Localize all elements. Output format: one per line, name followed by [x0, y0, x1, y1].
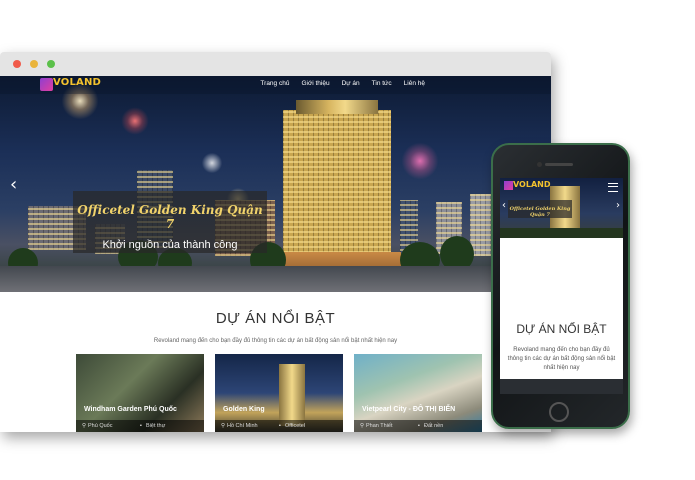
- project-meta: ⚲ Hồ Chí Minh ▪ Officetel: [215, 420, 343, 432]
- location-icon: ⚲: [82, 423, 87, 429]
- project-card[interactable]: Windham Garden Phú Quốc ⚲ Phú Quốc ▪ Biệ…: [76, 354, 204, 432]
- location-icon: ⚲: [221, 423, 226, 429]
- mobile-section-description: Revoland mang đến cho bạn đầy đủ thông t…: [507, 347, 616, 371]
- logo-icon: [40, 78, 53, 91]
- chevron-left-icon[interactable]: ‹: [502, 200, 506, 211]
- golden-king-tower: [283, 110, 391, 258]
- hero-banner: VOLAND Trang chủ Giới thiệu Dự án Tin tứ…: [0, 76, 551, 292]
- project-location: Hồ Chí Minh: [227, 423, 258, 429]
- mobile-hero-banner: VOLAND Officetel Golden King Quận 7 ‹ ›: [500, 178, 623, 238]
- chevron-left-icon[interactable]: ‹: [10, 174, 17, 195]
- minimize-window-dot[interactable]: [30, 60, 38, 68]
- nav-item-home[interactable]: Trang chủ: [260, 80, 289, 87]
- browser-toolbar: [0, 52, 551, 76]
- front-camera: [537, 162, 542, 167]
- section-title: DỰ ÁN NỔI BẬT: [215, 310, 336, 327]
- project-title: Vietpearl City - ĐÔ THỊ BIỂN: [362, 406, 456, 413]
- nav-item-about[interactable]: Giới thiệu: [301, 80, 329, 87]
- earpiece-speaker: [545, 163, 573, 166]
- mobile-logo[interactable]: VOLAND: [513, 180, 550, 189]
- close-window-dot[interactable]: [13, 60, 21, 68]
- mobile-screen: VOLAND Officetel Golden King Quận 7 ‹ › …: [500, 178, 623, 394]
- category-icon: ▪: [140, 423, 142, 429]
- firework-decoration: [120, 106, 150, 136]
- hero-title: Officetel Golden King Quận 7: [77, 203, 263, 231]
- treeline: [500, 228, 623, 238]
- street: [0, 266, 551, 292]
- hero-caption: Officetel Golden King Quận 7 Khởi nguồn …: [73, 191, 267, 253]
- project-meta: ⚲ Phú Quốc ▪ Biệt thự: [76, 420, 204, 432]
- project-type: Officetel: [285, 423, 306, 429]
- firework-decoration: [200, 151, 224, 175]
- project-type: Biệt thự: [146, 423, 166, 429]
- hero-subtitle: Khởi nguồn của thành công: [102, 239, 238, 251]
- project-location: Phú Quốc: [88, 423, 113, 429]
- section-description: Revoland mang đến cho bạn đầy đủ thông t…: [153, 338, 398, 344]
- logo-text: VOLAND: [53, 77, 102, 88]
- nav-item-projects[interactable]: Dự án: [342, 80, 360, 87]
- category-icon: ▪: [418, 423, 420, 429]
- main-menu: Trang chủ Giới thiệu Dự án Tin tức Liên …: [260, 80, 425, 87]
- project-card[interactable]: Golden King ⚲ Hồ Chí Minh ▪ Officetel: [215, 354, 343, 432]
- project-location: Phan Thiết: [366, 423, 393, 429]
- location-icon: ⚲: [360, 423, 365, 429]
- project-title: Windham Garden Phú Quốc: [84, 406, 177, 413]
- tower-crown: [296, 100, 378, 114]
- project-meta: ⚲ Phan Thiết ▪ Đất nền: [354, 420, 482, 432]
- project-card[interactable]: Vietpearl City - ĐÔ THỊ BIỂN ⚲ Phan Thiế…: [354, 354, 482, 432]
- mobile-card-preview[interactable]: [500, 379, 623, 394]
- nav-item-contact[interactable]: Liên hệ: [404, 80, 425, 87]
- mobile-hero-title: Officetel Golden King Quận 7: [509, 206, 571, 218]
- chevron-right-icon[interactable]: ›: [616, 200, 620, 211]
- home-button[interactable]: [549, 402, 569, 422]
- mobile-hero-caption: Officetel Golden King Quận 7: [508, 200, 572, 218]
- logo-icon: [504, 181, 513, 190]
- project-type: Đất nền: [424, 423, 444, 429]
- tower-thumbnail: [279, 364, 305, 426]
- desktop-browser-mockup: VOLAND Trang chủ Giới thiệu Dự án Tin tứ…: [0, 52, 551, 432]
- firework-decoration: [400, 141, 440, 181]
- maximize-window-dot[interactable]: [47, 60, 55, 68]
- nav-item-news[interactable]: Tin tức: [372, 80, 392, 87]
- category-icon: ▪: [279, 423, 281, 429]
- project-title: Golden King: [223, 406, 265, 413]
- top-navigation: VOLAND Trang chủ Giới thiệu Dự án Tin tứ…: [0, 76, 551, 94]
- mobile-section-title: DỰ ÁN NỔI BẬT: [516, 322, 607, 336]
- hamburger-menu-icon[interactable]: [608, 183, 618, 192]
- mobile-phone-mockup: VOLAND Officetel Golden King Quận 7 ‹ › …: [491, 143, 630, 429]
- site-logo[interactable]: VOLAND: [40, 77, 102, 92]
